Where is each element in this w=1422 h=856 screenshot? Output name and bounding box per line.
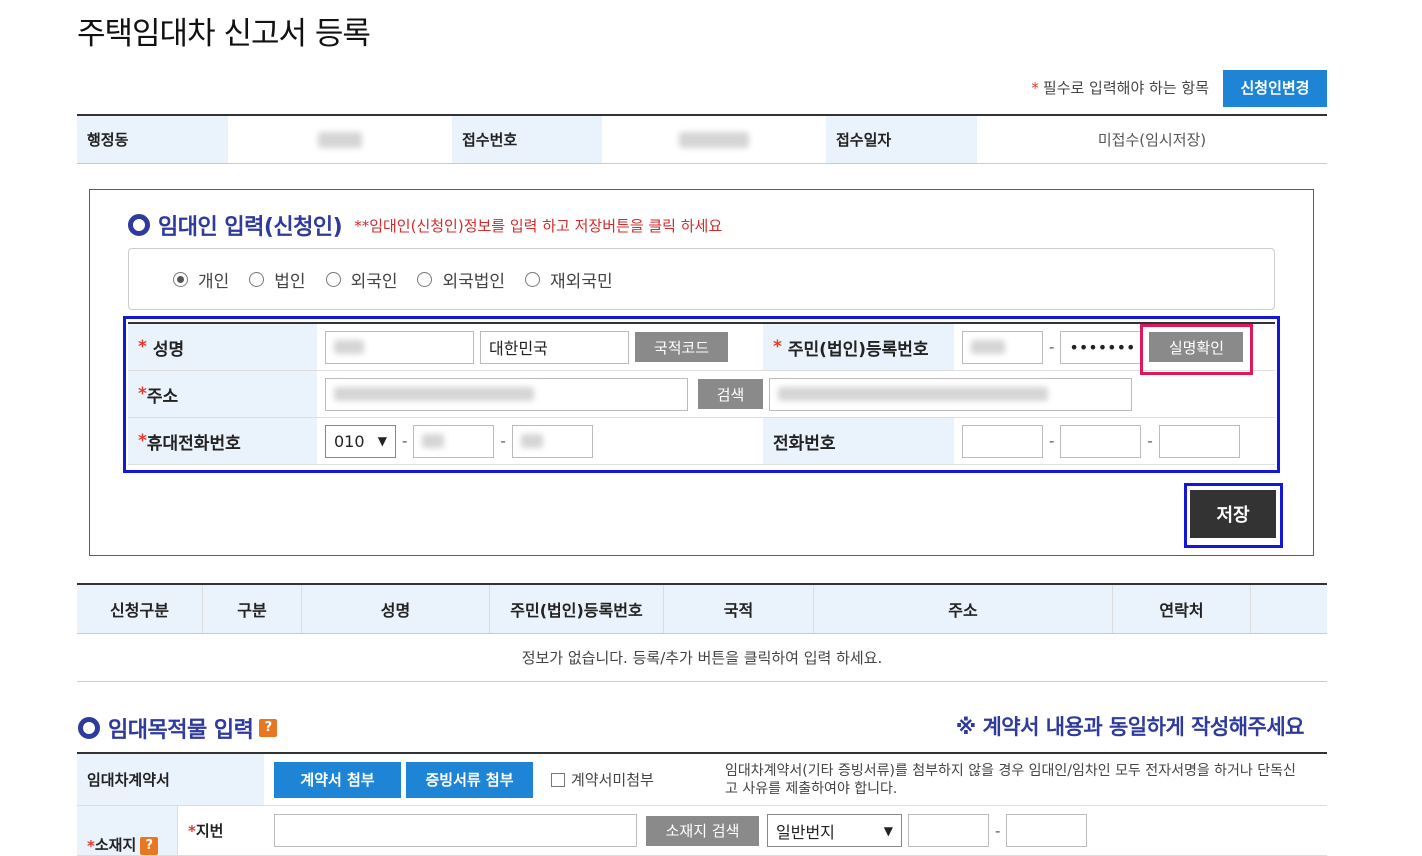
radio-foreigner[interactable]: 외국인 [325,267,397,292]
lot-cell: 소재지 검색 일반번지 ▼ - [264,806,1327,855]
radio-overseas-korean[interactable]: 재외국민 [525,267,613,292]
lessor-section-hint: **임대인(신청인)정보를 입력 하고 저장버튼을 클릭 하세요 [354,216,723,235]
radio-unchecked-icon [325,271,341,287]
chevron-down-icon: ▼ [883,823,893,838]
property-section-header: 임대목적물 입력 ? [78,712,278,744]
column-header [1251,585,1327,633]
change-applicant-button[interactable]: 신청인변경 [1223,70,1327,107]
property-section-title: 임대목적물 입력 [108,718,254,743]
lessor-type-radio-group: 개인 법인 외국인 외국법인 재외국민 [128,248,1275,310]
lessor-section-title: 임대인 입력(신청인) [158,215,343,240]
attach-evidence-button[interactable]: 증빙서류 첨부 [406,761,533,798]
save-button[interactable]: 저장 [1190,490,1276,538]
location-label: * 소재지? [77,806,177,855]
help-icon[interactable]: ? [259,719,278,737]
help-icon[interactable]: ? [140,837,159,855]
contract-label: 임대차계약서 [77,754,264,805]
contract-note: 임대차계약서(기타 증빙서류)를 첨부하지 않을 경우 임대인/임차인 모두 전… [725,762,1296,797]
table-header-row: 신청구분 구분 성명 주민(법인)등록번호 국적 주소 연락처 [77,585,1327,634]
column-header: 연락처 [1113,585,1251,633]
form-highlight-box [123,316,1280,473]
lot-label: * 지번 [177,806,264,855]
lot-sub-number-input[interactable] [1006,814,1088,847]
radio-unchecked-icon [249,271,265,287]
section-bullet-icon [78,717,100,739]
contract-cell: 계약서 첨부 증빙서류 첨부 계약서미첨부 임대차계약서(기타 증빙서류)를 첨… [264,754,1327,805]
applicant-list-table: 신청구분 구분 성명 주민(법인)등록번호 국적 주소 연락처 정보가 없습니다… [77,583,1327,682]
radio-individual[interactable]: 개인 [173,267,229,292]
receipt-number-label: 접수번호 [452,116,602,163]
receipt-date-label: 접수일자 [826,116,977,163]
column-header: 국적 [664,585,814,633]
verify-highlight-box [1140,324,1253,375]
empty-message: 정보가 없습니다. 등록/추가 버튼을 클릭하여 입력 하세요. [77,634,1327,682]
property-table: 임대차계약서 계약서 첨부 증빙서류 첨부 계약서미첨부 임대차계약서(기타 증… [77,752,1327,856]
section-bullet-icon [128,214,150,236]
info-table: 행정동 접수번호 접수일자 미접수(임시저장) [77,114,1327,164]
admin-dong-label: 행정동 [77,116,228,163]
lessor-section-header: 임대인 입력(신청인) **임대인(신청인)정보를 입력 하고 저장버튼을 클릭… [128,209,722,241]
column-header: 주소 [814,585,1113,633]
location-row: * 소재지? * 지번 소재지 검색 일반번지 ▼ - [77,806,1327,856]
required-note: * 필수로 입력해야 하는 항목 [1031,77,1209,98]
lot-input[interactable] [274,814,637,847]
lot-type-select[interactable]: 일반번지 ▼ [767,814,902,847]
radio-unchecked-icon [525,271,541,287]
column-header: 주민(법인)등록번호 [490,585,664,633]
contract-notice: ※ 계약서 내용과 동일하게 작성해주세요 [955,715,1305,739]
column-header: 성명 [302,585,490,633]
no-contract-checkbox[interactable]: 계약서미첨부 [551,769,721,790]
contract-row: 임대차계약서 계약서 첨부 증빙서류 첨부 계약서미첨부 임대차계약서(기타 증… [77,754,1327,806]
page-title: 주택임대차 신고서 등록 [77,16,371,52]
column-header: 구분 [203,585,302,633]
column-header: 신청구분 [77,585,203,633]
admin-dong-value [228,116,452,163]
checkbox-icon [551,772,565,787]
receipt-date-value: 미접수(임시저장) [1097,131,1207,149]
receipt-number-value [602,116,826,163]
radio-checked-icon [173,271,188,287]
lot-main-number-input[interactable] [908,814,989,847]
required-note-text: 필수로 입력해야 하는 항목 [1042,79,1209,97]
location-search-button[interactable]: 소재지 검색 [646,815,759,846]
attach-contract-button[interactable]: 계약서 첨부 [274,761,401,798]
required-star: * [1031,79,1039,97]
radio-unchecked-icon [417,271,433,287]
radio-foreign-corporation[interactable]: 외국법인 [417,267,505,292]
radio-corporation[interactable]: 법인 [249,267,306,292]
